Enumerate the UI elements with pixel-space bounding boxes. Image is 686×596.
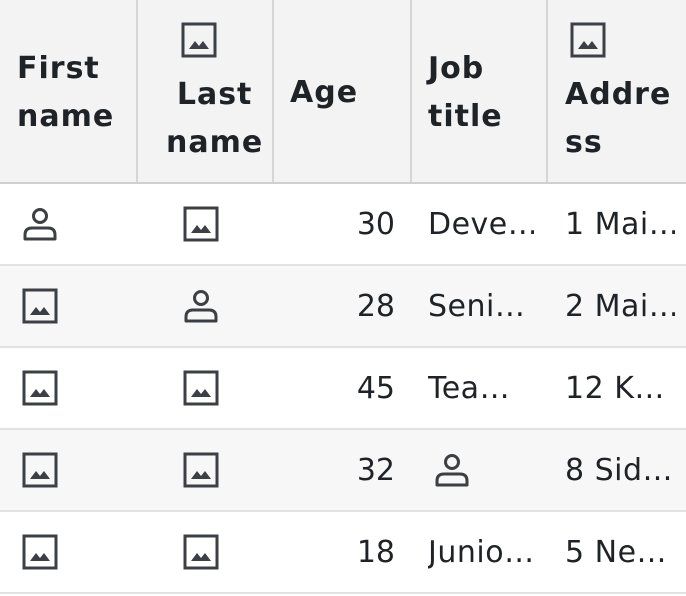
grid-header: First name Last name Age Job title Addre… — [0, 0, 686, 184]
cell-age[interactable]: 32 — [274, 430, 395, 510]
column-header-age[interactable]: Age — [274, 0, 410, 182]
cell-first-name[interactable] — [0, 184, 136, 264]
cell-last-name[interactable] — [138, 512, 272, 592]
image-icon — [183, 206, 219, 242]
image-icon — [570, 22, 606, 58]
person-icon — [23, 208, 57, 241]
table-row[interactable]: 45 Tea… 12 K… — [0, 348, 686, 430]
cell-job-title[interactable]: Deve… — [428, 184, 534, 264]
table-row[interactable]: 28 Seni… 2 Mai… — [0, 266, 686, 348]
cell-address[interactable]: 1 Mai… — [565, 184, 675, 264]
data-grid: First name Last name Age Job title Addre… — [0, 0, 686, 596]
cell-last-name[interactable] — [138, 266, 272, 346]
cell-job-title[interactable]: Tea… — [428, 348, 534, 428]
image-icon — [22, 370, 58, 406]
cell-age[interactable]: 28 — [274, 266, 395, 346]
image-icon — [183, 534, 219, 570]
cell-first-name[interactable] — [0, 266, 136, 346]
table-row[interactable]: 32 8 Sid… — [0, 430, 686, 512]
cell-last-name[interactable] — [138, 184, 272, 264]
table-row[interactable]: 30 Deve… 1 Mai… — [0, 184, 686, 266]
column-header-label: Addre ss — [565, 77, 672, 160]
column-header-label: Last name — [166, 77, 264, 160]
cell-job-title[interactable]: Junio… — [428, 512, 534, 592]
column-header-first-name[interactable]: First name — [0, 0, 137, 182]
image-icon — [181, 22, 217, 58]
column-header-label: First name — [17, 51, 115, 134]
cell-address[interactable]: 5 Ne… — [565, 512, 675, 592]
cell-age[interactable]: 45 — [274, 348, 395, 428]
person-icon — [184, 290, 218, 323]
column-header-job-title[interactable]: Job title — [412, 0, 546, 182]
image-icon — [183, 370, 219, 406]
column-header-label: Job title — [428, 51, 503, 134]
column-header-label: Age — [290, 75, 359, 110]
cell-age[interactable]: 30 — [274, 184, 395, 264]
image-icon — [22, 452, 58, 488]
cell-first-name[interactable] — [0, 512, 136, 592]
table-row[interactable]: 18 Junio… 5 Ne… — [0, 512, 686, 594]
column-header-last-name[interactable]: Last name — [138, 0, 272, 182]
image-icon — [22, 288, 58, 324]
cell-first-name[interactable] — [0, 430, 136, 510]
cell-last-name[interactable] — [138, 348, 272, 428]
image-icon — [22, 534, 58, 570]
person-icon — [435, 454, 469, 487]
cell-address[interactable]: 8 Sid… — [565, 430, 675, 510]
cell-address[interactable]: 2 Mai… — [565, 266, 675, 346]
cell-address[interactable]: 12 K… — [565, 348, 675, 428]
cell-first-name[interactable] — [0, 348, 136, 428]
cell-job-title[interactable]: Seni… — [428, 266, 534, 346]
column-header-address[interactable]: Addre ss — [548, 0, 686, 182]
cell-job-title[interactable] — [412, 430, 546, 510]
image-icon — [183, 452, 219, 488]
cell-age[interactable]: 18 — [274, 512, 395, 592]
cell-last-name[interactable] — [138, 430, 272, 510]
